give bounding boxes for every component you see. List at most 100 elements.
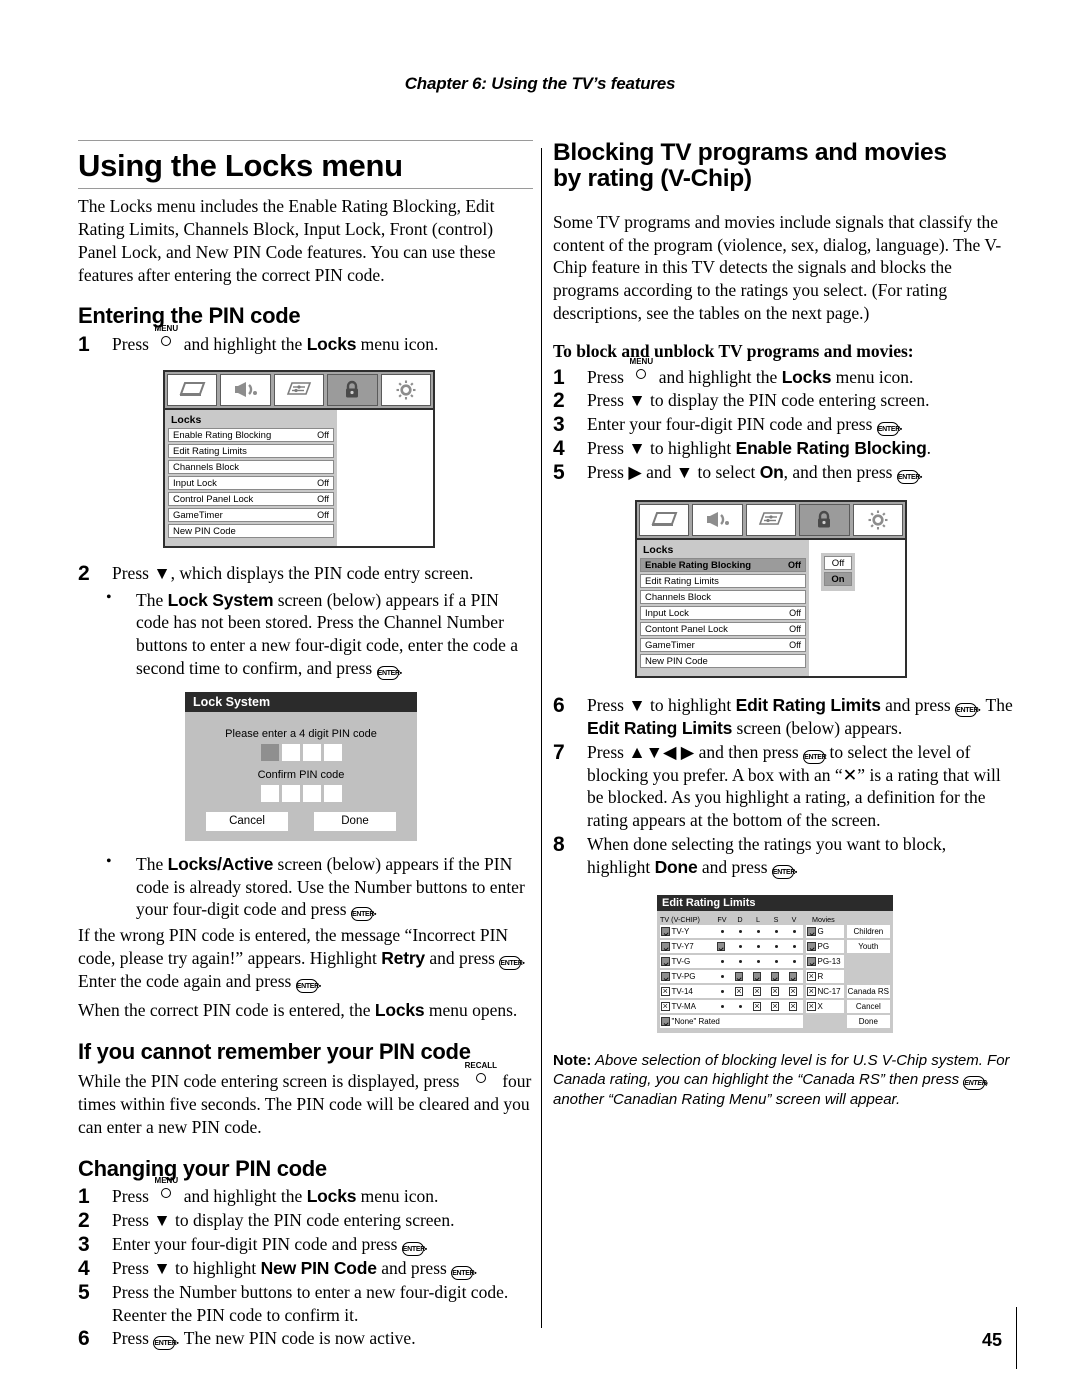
locks-row-new-pin-code[interactable]: New PIN Code — [168, 523, 334, 539]
checkbox-movie-g[interactable] — [807, 927, 816, 936]
lock-icon[interactable] — [799, 503, 850, 536]
checkbox-movie-pg-13[interactable] — [807, 957, 816, 966]
cell-v[interactable] — [785, 959, 803, 963]
checkbox-tv-y7[interactable] — [661, 942, 670, 951]
setup-icon[interactable] — [380, 373, 432, 406]
movie-row[interactable]: R — [806, 969, 844, 984]
checkbox-movie-r[interactable] — [807, 970, 816, 981]
table-row[interactable]: TV-G — [660, 954, 803, 969]
pin-confirm-boxes[interactable] — [185, 784, 417, 802]
cancel-button[interactable]: Cancel — [846, 999, 890, 1014]
cell-v[interactable] — [785, 1000, 803, 1011]
cell-s[interactable] — [767, 972, 785, 981]
youth-button[interactable]: Youth — [846, 939, 890, 954]
locks-row-contont-panel-lock[interactable]: Contont Panel Lock Off — [640, 621, 806, 637]
pin-confirm-box[interactable] — [281, 784, 300, 802]
settings-icon[interactable] — [745, 503, 797, 536]
movie-row[interactable]: NC-17 — [806, 984, 844, 999]
movie-row[interactable]: G — [806, 924, 844, 939]
cell-fv[interactable] — [713, 942, 731, 951]
locks-row-edit-rating-limits[interactable]: Edit Rating Limits — [640, 573, 806, 589]
osd-icon-bar[interactable] — [637, 501, 905, 540]
cell-l[interactable] — [749, 959, 767, 963]
cell-fv[interactable] — [713, 974, 731, 978]
option-off[interactable]: Off — [824, 555, 852, 571]
option-on[interactable]: On — [824, 571, 852, 587]
locks-row-gametimer[interactable]: GameTimer Off — [640, 637, 806, 653]
locks-row-input-lock[interactable]: Input Lock Off — [168, 475, 334, 491]
cell-v[interactable] — [785, 929, 803, 933]
checkbox-tv-g[interactable] — [661, 957, 670, 966]
cell-fv[interactable] — [713, 959, 731, 963]
movie-row[interactable]: X — [806, 999, 844, 1014]
cell-s[interactable] — [767, 1000, 785, 1011]
cell-d[interactable] — [731, 985, 749, 996]
checkbox-cell[interactable] — [716, 942, 726, 951]
locks-row-enable-rating-blocking[interactable]: Enable Rating Blocking Off — [168, 427, 334, 443]
table-row[interactable]: TV-Y7 — [660, 939, 803, 954]
pin-box[interactable] — [260, 743, 279, 761]
cell-l[interactable] — [749, 972, 767, 981]
checkbox-cell[interactable] — [752, 1000, 762, 1011]
locks-row-channels-block[interactable]: Channels Block — [640, 589, 806, 605]
movie-row[interactable]: PG — [806, 939, 844, 954]
checkbox-cell[interactable] — [788, 972, 798, 981]
pin-entry-boxes[interactable] — [185, 743, 417, 761]
checkbox-movie-pg[interactable] — [807, 942, 816, 951]
cell-d[interactable] — [731, 1004, 749, 1008]
children-button[interactable]: Children — [846, 924, 890, 939]
cell-fv[interactable] — [713, 929, 731, 933]
cell-s[interactable] — [767, 959, 785, 963]
cell-s[interactable] — [767, 929, 785, 933]
picture-icon[interactable] — [167, 373, 218, 406]
checkbox-cell[interactable] — [734, 972, 744, 981]
locks-row-enable-rating-blocking[interactable]: Enable Rating Blocking Off — [640, 557, 806, 573]
cell-fv[interactable] — [713, 989, 731, 993]
checkbox-cell[interactable] — [734, 985, 744, 996]
audio-icon[interactable] — [220, 373, 271, 406]
cell-l[interactable] — [749, 1000, 767, 1011]
checkbox-movie-nc-17[interactable] — [807, 985, 816, 996]
checkbox-none-rated[interactable] — [661, 1017, 670, 1026]
cancel-button[interactable]: Cancel — [206, 811, 288, 831]
cell-l[interactable] — [749, 929, 767, 933]
pin-confirm-box[interactable] — [302, 784, 321, 802]
checkbox-cell[interactable] — [788, 985, 798, 996]
locks-row-control-panel-lock[interactable]: Control Panel Lock Off — [168, 491, 334, 507]
checkbox-tv-14[interactable] — [661, 985, 670, 996]
checkbox-cell[interactable] — [788, 1000, 798, 1011]
on-off-dropdown[interactable]: Off On — [821, 552, 855, 591]
pin-confirm-box[interactable] — [323, 784, 342, 802]
table-row-none-rated[interactable]: "None" Rated — [660, 1014, 803, 1029]
cell-s[interactable] — [767, 944, 785, 948]
locks-row-new-pin-code[interactable]: New PIN Code — [640, 653, 806, 669]
checkbox-cell[interactable] — [770, 1000, 780, 1011]
locks-row-channels-block[interactable]: Channels Block — [168, 459, 334, 475]
table-row[interactable]: TV-MA — [660, 999, 803, 1014]
cell-v[interactable] — [785, 985, 803, 996]
checkbox-movie-x[interactable] — [807, 1000, 816, 1011]
pin-confirm-box[interactable] — [260, 784, 279, 802]
cell-fv[interactable] — [713, 1004, 731, 1008]
pin-box[interactable] — [281, 743, 300, 761]
table-row[interactable]: TV-Y — [660, 924, 803, 939]
setup-icon[interactable] — [852, 503, 904, 536]
table-row[interactable]: TV-PG — [660, 969, 803, 984]
done-button[interactable]: Done — [314, 811, 396, 831]
locks-row-gametimer[interactable]: GameTimer Off — [168, 507, 334, 523]
pin-box[interactable] — [323, 743, 342, 761]
cell-d[interactable] — [731, 929, 749, 933]
cell-d[interactable] — [731, 959, 749, 963]
lock-icon[interactable] — [327, 373, 378, 406]
checkbox-cell[interactable] — [752, 985, 762, 996]
table-row[interactable]: TV-14 — [660, 984, 803, 999]
pin-box[interactable] — [302, 743, 321, 761]
checkbox-tv-pg[interactable] — [661, 972, 670, 981]
cell-v[interactable] — [785, 944, 803, 948]
picture-icon[interactable] — [639, 503, 690, 536]
cell-d[interactable] — [731, 972, 749, 981]
osd-icon-bar[interactable] — [165, 371, 433, 410]
settings-icon[interactable] — [273, 373, 325, 406]
checkbox-cell[interactable] — [752, 972, 762, 981]
cell-l[interactable] — [749, 944, 767, 948]
